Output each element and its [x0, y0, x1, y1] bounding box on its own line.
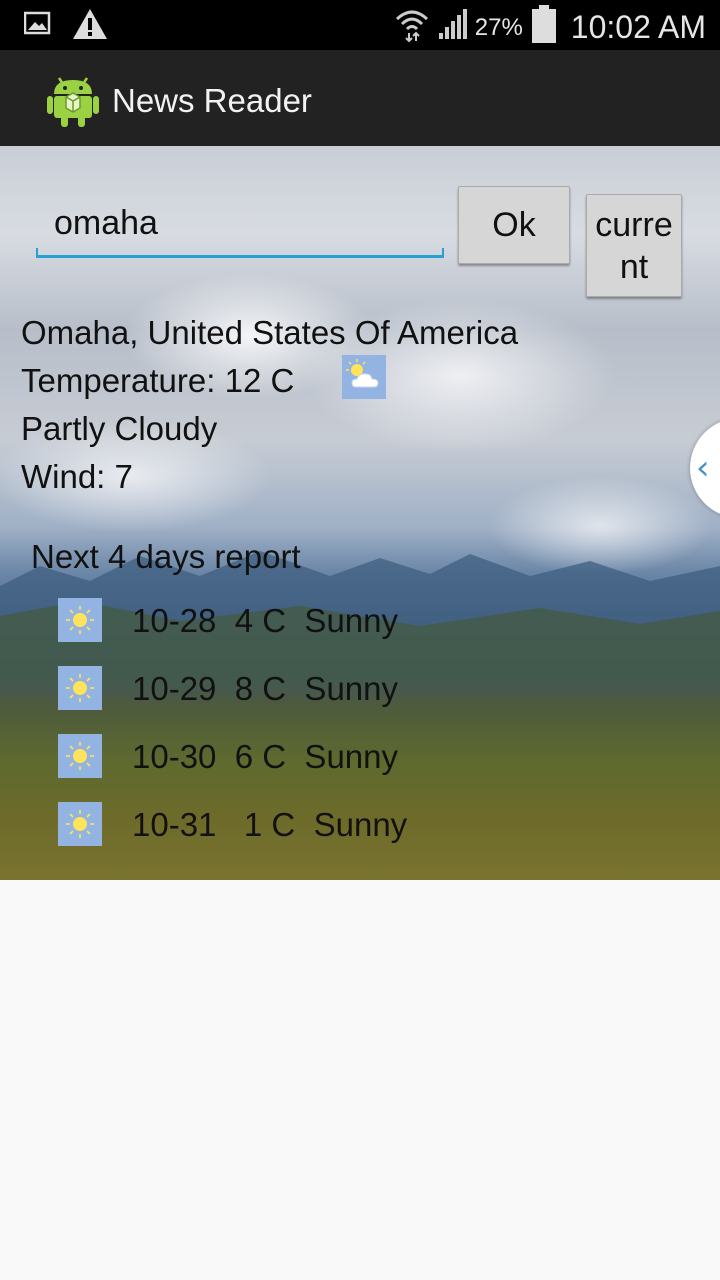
sunny-icon: [58, 734, 102, 778]
app-title: News Reader: [112, 82, 312, 119]
status-bar: 27% 10:02 AM: [0, 0, 720, 50]
forecast-text: 10-30 6 C Sunny: [132, 738, 398, 775]
action-bar: News Reader: [0, 50, 720, 146]
empty-area: [0, 880, 720, 1280]
condition-label: Partly Cloudy: [21, 410, 218, 447]
warning-icon: [72, 8, 108, 45]
temperature-label: Temperature: 12 C: [21, 362, 295, 399]
forecast-title: Next 4 days report: [31, 538, 301, 575]
input-underline: [36, 248, 444, 258]
forecast-text: 10-31 1 C Sunny: [132, 806, 408, 843]
signal-icon: [437, 9, 467, 46]
forecast-text: 10-29 8 C Sunny: [132, 670, 398, 707]
sunny-icon: [58, 598, 102, 642]
forecast-text: 10-28 4 C Sunny: [132, 602, 398, 639]
image-icon: [23, 11, 52, 42]
battery-icon: [531, 5, 557, 50]
drawer-handle[interactable]: ‹: [690, 418, 720, 518]
battery-percent: 27%: [474, 13, 523, 41]
current-location-button[interactable]: current: [586, 194, 682, 297]
wind-label: Wind: 7: [21, 458, 133, 495]
wifi-icon: [395, 7, 429, 48]
clock: 10:02 AM: [570, 9, 706, 45]
sunny-icon: [58, 802, 102, 846]
partly-cloudy-icon: [342, 355, 386, 399]
weather-panel: Ok current Omaha, United States Of Ameri…: [0, 146, 720, 880]
chevron-left-icon: ‹: [696, 448, 710, 488]
ok-button[interactable]: Ok: [458, 186, 570, 264]
sunny-icon: [58, 666, 102, 710]
location-label: Omaha, United States Of America: [21, 314, 519, 351]
android-icon[interactable]: [46, 70, 100, 128]
